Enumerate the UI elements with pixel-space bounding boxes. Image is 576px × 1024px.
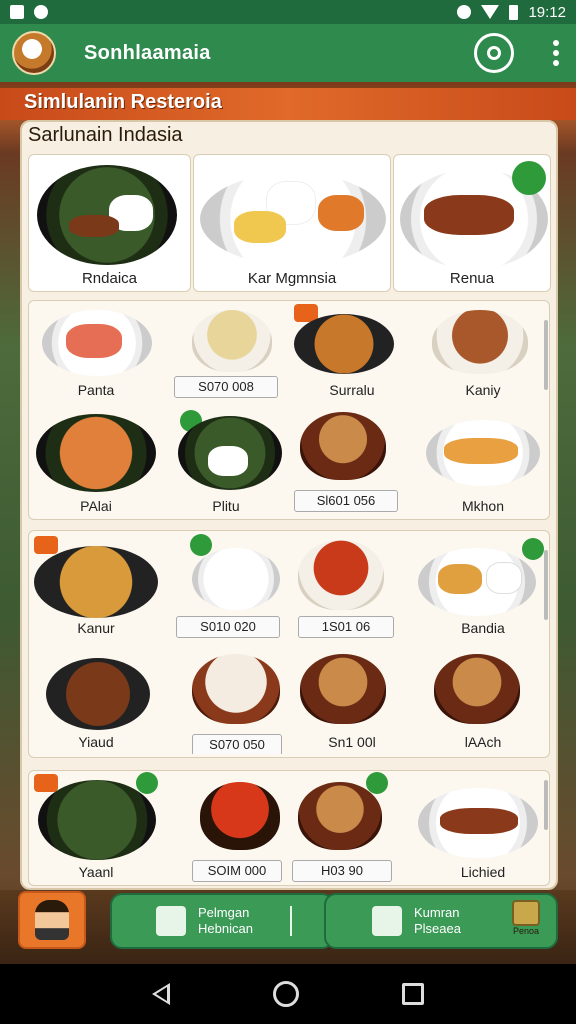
dish-card[interactable]: Lichied xyxy=(418,772,548,884)
dish-label: Rndaica xyxy=(81,270,138,287)
featured-dish-card[interactable]: Kar Mgmnsia xyxy=(193,154,391,292)
dish-label: Plitu xyxy=(212,498,240,514)
status-icon xyxy=(34,5,48,19)
nav-right-line2: Plseaea xyxy=(414,921,461,936)
dish-label: Kaniy xyxy=(465,382,501,398)
dish-card[interactable]: S010 020 xyxy=(164,534,288,640)
status-bar: 19:12 xyxy=(0,0,576,24)
dish-card[interactable]: Kanur xyxy=(32,534,160,640)
system-nav-bar xyxy=(0,964,576,1024)
menu-title: Sarlunain Indasia xyxy=(28,124,183,146)
app-bar: Sonhlaamaia xyxy=(0,24,576,82)
dish-card[interactable]: H03 90 xyxy=(290,772,414,884)
dish-label: Mkhon xyxy=(461,498,505,514)
corner-label: Penoa xyxy=(512,926,540,936)
dish-card[interactable]: Sl601 056 xyxy=(290,406,414,518)
chef-icon xyxy=(156,906,186,936)
menu-list-icon xyxy=(372,906,402,936)
back-icon[interactable] xyxy=(151,983,170,1005)
dish-card[interactable]: Sn1 00l xyxy=(290,646,414,754)
dish-label: Surralu xyxy=(329,382,375,398)
dish-card[interactable]: Kaniy xyxy=(418,302,548,402)
dish-label: lAAch xyxy=(464,734,502,750)
dish-label: Kar Mgmnsia xyxy=(247,270,337,287)
dish-card[interactable]: S070 050 xyxy=(164,646,288,754)
dish-label: Yaanl xyxy=(78,864,114,880)
status-time: 19:12 xyxy=(528,3,566,21)
dish-card[interactable]: Yaanl xyxy=(32,772,160,884)
dish-card[interactable]: Bandia xyxy=(418,534,548,640)
home-icon xyxy=(10,5,24,19)
price-tag: SOIM 000 xyxy=(192,860,282,882)
dish-label: Panta xyxy=(77,382,115,398)
dish-label: PAlai xyxy=(80,498,112,514)
recent-icon[interactable] xyxy=(402,983,425,1005)
dish-card[interactable]: Yiaud xyxy=(32,646,160,754)
nav-button-left[interactable]: Pelmgan Hebnican xyxy=(110,893,334,949)
dish-label: Bandia xyxy=(461,620,505,636)
home-nav-icon[interactable] xyxy=(272,981,299,1007)
nav-left-line2: Hebnican xyxy=(198,921,253,936)
price-tag: S070 008 xyxy=(174,376,278,398)
alarm-icon xyxy=(457,5,472,19)
price-tag: Sl601 056 xyxy=(294,490,398,512)
dish-card[interactable]: 1S01 06 xyxy=(290,534,414,640)
restaurant-logo[interactable] xyxy=(12,31,56,75)
nav-right-line1: Kumran xyxy=(414,905,460,920)
dish-label: Kanur xyxy=(77,620,115,636)
dish-card[interactable]: S070 008 xyxy=(164,302,288,402)
profile-button[interactable] xyxy=(18,891,86,949)
avatar xyxy=(35,900,69,940)
overflow-menu-button[interactable] xyxy=(548,40,564,66)
price-tag: H03 90 xyxy=(292,860,392,882)
price-tag: 1S01 06 xyxy=(298,616,394,638)
dish-label: Yiaud xyxy=(78,734,114,750)
wifi-icon xyxy=(481,5,500,19)
nav-left-line1: Pelmgan xyxy=(198,905,250,920)
chat-icon xyxy=(487,46,501,60)
price-tag: S010 020 xyxy=(176,616,280,638)
dish-label: Lichied xyxy=(460,864,506,880)
corner-icon xyxy=(512,900,540,926)
banner-title: Simlulanin Resteroia xyxy=(24,91,222,113)
dish-label: Renua xyxy=(449,270,495,287)
nav-separator xyxy=(290,906,292,936)
featured-dish-card[interactable]: Renua xyxy=(393,154,551,292)
dish-card[interactable]: SOIM 000 xyxy=(164,772,288,884)
chat-button[interactable] xyxy=(474,33,514,73)
dish-card[interactable]: Surralu xyxy=(290,302,414,402)
dish-card[interactable]: Panta xyxy=(32,302,160,402)
dish-card[interactable]: Plitu xyxy=(164,406,288,518)
app-title: Sonhlaamaia xyxy=(84,41,211,64)
corner-button[interactable]: Penoa xyxy=(506,900,546,940)
price-tag: S070 050 xyxy=(192,734,282,754)
dish-card[interactable]: lAAch xyxy=(418,646,548,754)
dish-label: Sn1 00l xyxy=(328,734,376,750)
featured-dish-card[interactable]: Rndaica xyxy=(28,154,191,292)
dish-card[interactable]: Mkhon xyxy=(418,406,548,518)
dish-card[interactable]: PAlai xyxy=(32,406,160,518)
battery-icon xyxy=(509,4,519,20)
